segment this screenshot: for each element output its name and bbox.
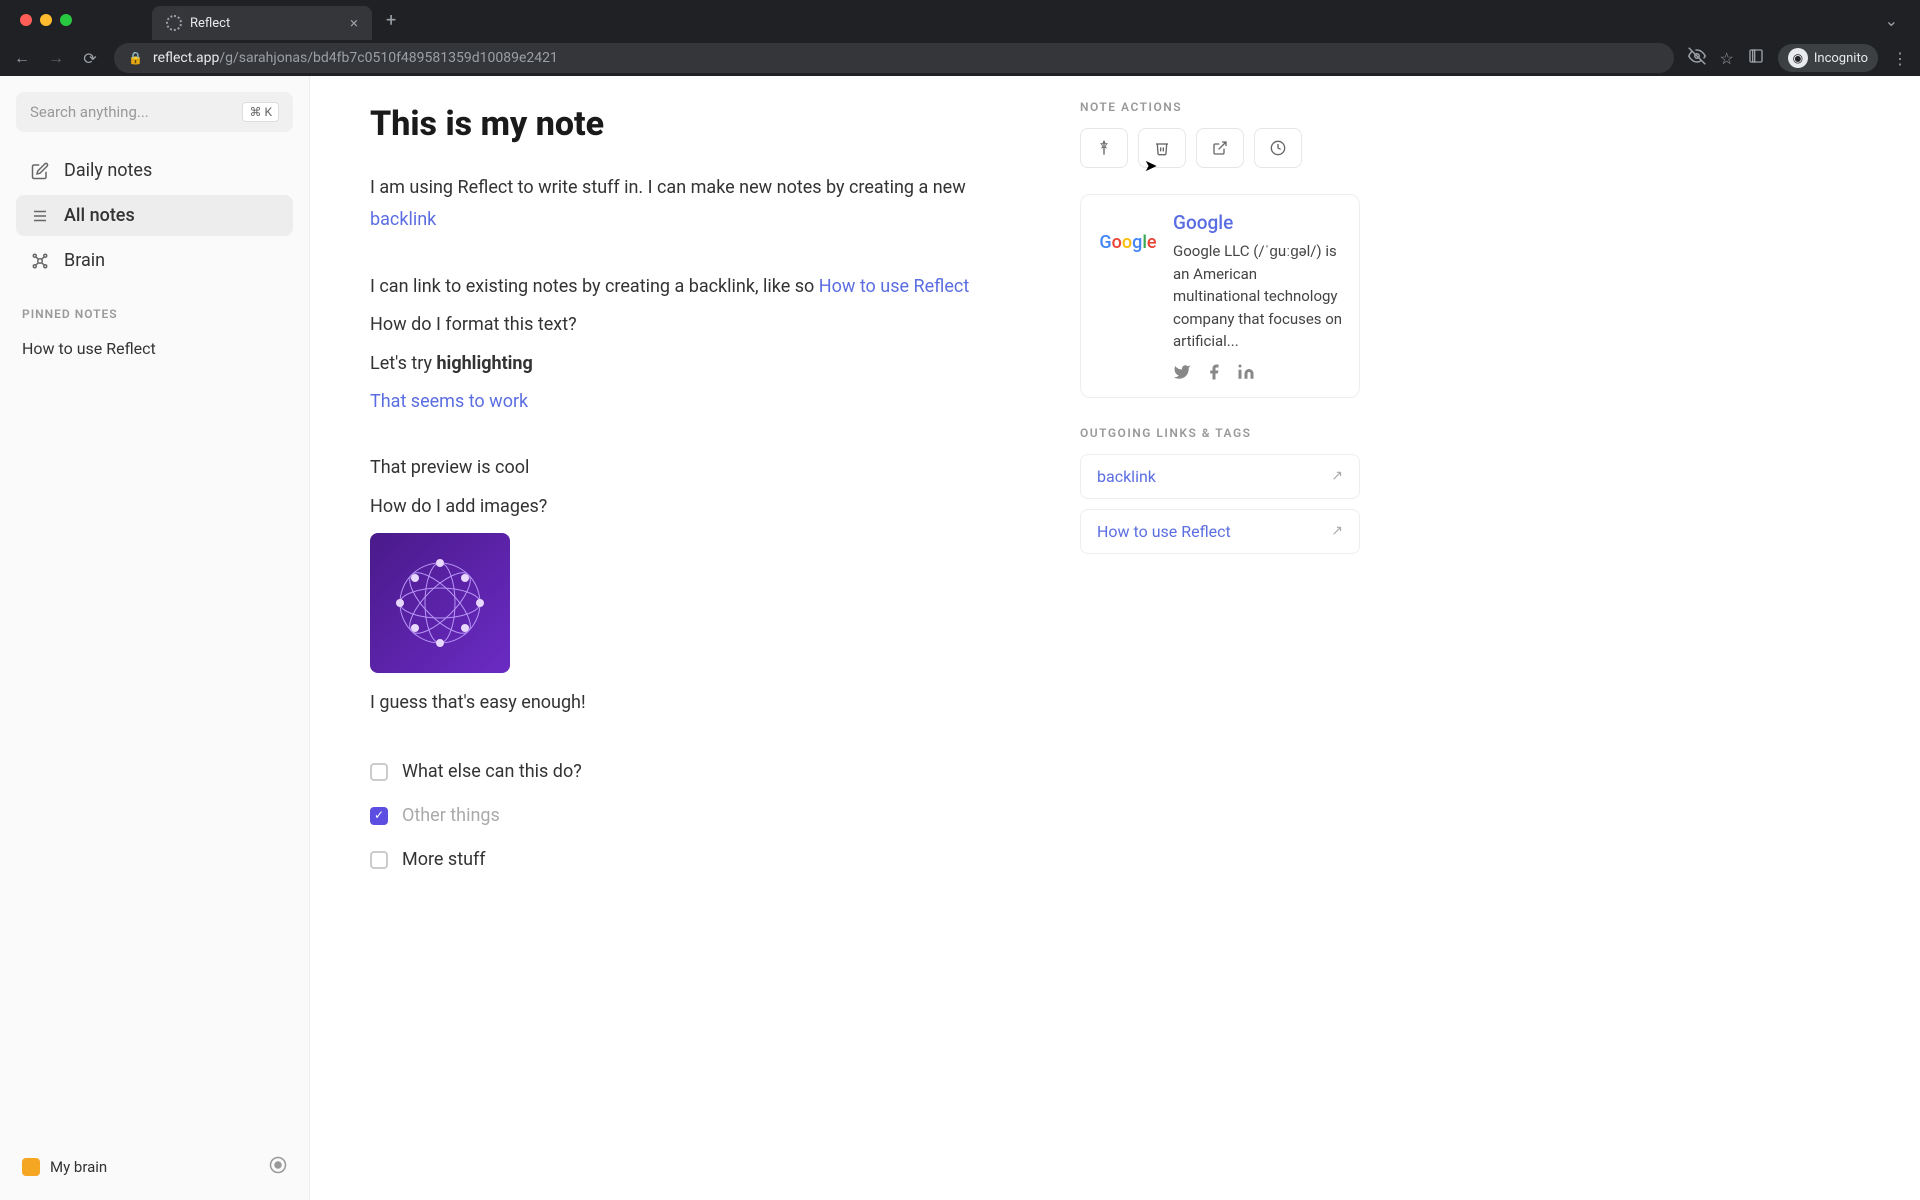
paragraph[interactable]: That seems to work xyxy=(370,386,1020,418)
paragraph[interactable]: How do I format this text? xyxy=(370,309,1020,341)
checklist-item[interactable]: What else can this do? xyxy=(370,750,1020,794)
tab-close-icon[interactable]: × xyxy=(350,14,358,32)
link[interactable]: That seems to work xyxy=(370,391,528,412)
pinned-note-item[interactable]: How to use Reflect xyxy=(16,331,293,366)
list-icon xyxy=(30,207,50,225)
sidebar-item-all-notes[interactable]: All notes xyxy=(16,195,293,236)
note-actions-label: NOTE ACTIONS xyxy=(1080,100,1360,114)
url-text: reflect.app/g/sarahjonas/bd4fb7c0510f489… xyxy=(153,50,558,66)
pin-button[interactable] xyxy=(1080,128,1128,168)
extensions-icon[interactable] xyxy=(1748,48,1764,68)
outgoing-link-text: How to use Reflect xyxy=(1097,522,1231,541)
checklist-item[interactable]: More stuff xyxy=(370,838,1020,882)
social-links xyxy=(1173,363,1343,381)
app: Search anything... ⌘ K Daily notes All n… xyxy=(0,76,1920,1200)
brain-color-swatch xyxy=(22,1158,40,1176)
checklist: What else can this do? ✓ Other things Mo… xyxy=(370,750,1020,883)
tab-bar: Reflect × + ⌄ xyxy=(0,0,1920,40)
search-placeholder: Search anything... xyxy=(30,103,149,121)
brain-name: My brain xyxy=(50,1158,107,1176)
nav-label: Brain xyxy=(64,250,105,271)
card-thumbnail: Google xyxy=(1097,211,1159,273)
tabs-dropdown-icon[interactable]: ⌄ xyxy=(1885,11,1898,30)
linkedin-icon[interactable] xyxy=(1237,363,1255,381)
traffic-lights xyxy=(20,14,72,26)
sidebar-footer[interactable]: My brain xyxy=(16,1150,293,1184)
checklist-label: Other things xyxy=(402,800,500,832)
sidebar-item-daily-notes[interactable]: Daily notes xyxy=(16,150,293,191)
outgoing-links-label: OUTGOING LINKS & TAGS xyxy=(1080,426,1360,440)
paragraph[interactable]: I guess that's easy enough! xyxy=(370,687,1020,719)
edit-icon xyxy=(30,162,50,180)
url-bar: ← → ⟳ 🔒 reflect.app/g/sarahjonas/bd4fb7c… xyxy=(0,40,1920,76)
facebook-icon[interactable] xyxy=(1205,363,1223,381)
google-logo: Google xyxy=(1099,232,1156,253)
paragraph[interactable]: How do I add images? xyxy=(370,491,1020,523)
checklist-item[interactable]: ✓ Other things xyxy=(370,794,1020,838)
address-bar[interactable]: 🔒 reflect.app/g/sarahjonas/bd4fb7c0510f4… xyxy=(114,43,1674,73)
search-shortcut: ⌘ K xyxy=(242,102,279,122)
incognito-badge[interactable]: ◉ Incognito xyxy=(1778,44,1878,72)
tab-title: Reflect xyxy=(190,16,342,31)
lock-icon: 🔒 xyxy=(128,51,143,65)
note-title[interactable]: This is my note xyxy=(370,104,1020,144)
reload-button[interactable]: ⟳ xyxy=(80,49,100,68)
paragraph[interactable]: I can link to existing notes by creating… xyxy=(370,271,1020,303)
incognito-icon: ◉ xyxy=(1788,48,1808,68)
outgoing-link-item[interactable]: How to use Reflect ↗ xyxy=(1080,509,1360,554)
browser-tab[interactable]: Reflect × xyxy=(152,6,372,40)
backlink-link[interactable]: How to use Reflect xyxy=(819,276,969,297)
paragraph[interactable]: Let's try highlighting xyxy=(370,348,1020,380)
bold-text: highlighting xyxy=(436,353,532,374)
note-editor[interactable]: This is my note I am using Reflect to wr… xyxy=(310,76,1080,1200)
sidebar: Search anything... ⌘ K Daily notes All n… xyxy=(0,76,310,1200)
checkbox-checked[interactable]: ✓ xyxy=(370,807,388,825)
back-button[interactable]: ← xyxy=(12,48,32,68)
outgoing-link-text: backlink xyxy=(1097,467,1156,486)
twitter-icon[interactable] xyxy=(1173,363,1191,381)
checklist-label: What else can this do? xyxy=(402,756,582,788)
nav-label: All notes xyxy=(64,205,135,226)
sidebar-item-brain[interactable]: Brain xyxy=(16,240,293,281)
checkbox[interactable] xyxy=(370,763,388,781)
delete-button[interactable] xyxy=(1138,128,1186,168)
browser-chrome: Reflect × + ⌄ ← → ⟳ 🔒 reflect.app/g/sara… xyxy=(0,0,1920,76)
tab-favicon xyxy=(166,15,182,31)
kebab-menu-icon[interactable]: ⋮ xyxy=(1892,49,1908,68)
paragraph[interactable]: That preview is cool xyxy=(370,452,1020,484)
share-button[interactable] xyxy=(1196,128,1244,168)
info-card[interactable]: Google Google Google LLC (/ˈɡuːɡəl/) is … xyxy=(1080,194,1360,398)
history-button[interactable] xyxy=(1254,128,1302,168)
note-body[interactable]: I am using Reflect to write stuff in. I … xyxy=(370,172,1020,883)
arrow-icon: ↗ xyxy=(1331,523,1343,539)
checkbox[interactable] xyxy=(370,851,388,869)
backlink-link[interactable]: backlink xyxy=(370,209,436,230)
outgoing-link-item[interactable]: backlink ↗ xyxy=(1080,454,1360,499)
nav-label: Daily notes xyxy=(64,160,152,181)
search-input[interactable]: Search anything... ⌘ K xyxy=(16,92,293,132)
window-maximize[interactable] xyxy=(60,14,72,26)
embedded-image[interactable] xyxy=(370,533,510,673)
paragraph[interactable]: I am using Reflect to write stuff in. I … xyxy=(370,172,1020,237)
window-minimize[interactable] xyxy=(40,14,52,26)
card-title[interactable]: Google xyxy=(1173,211,1343,234)
pinned-notes-label: PINNED NOTES xyxy=(22,307,293,321)
forward-button[interactable]: → xyxy=(46,48,66,68)
eye-off-icon[interactable] xyxy=(1688,47,1706,69)
arrow-icon: ↗ xyxy=(1331,468,1343,484)
brain-icon xyxy=(30,252,50,270)
checklist-label: More stuff xyxy=(402,844,486,876)
help-icon[interactable] xyxy=(269,1156,287,1178)
right-panel: NOTE ACTIONS Google Google Google LLC (/… xyxy=(1080,76,1390,1200)
note-actions xyxy=(1080,128,1360,168)
card-description: Google LLC (/ˈɡuːɡəl/) is an American mu… xyxy=(1173,240,1343,353)
window-close[interactable] xyxy=(20,14,32,26)
new-tab-button[interactable]: + xyxy=(386,10,396,31)
star-icon[interactable]: ☆ xyxy=(1720,49,1734,68)
